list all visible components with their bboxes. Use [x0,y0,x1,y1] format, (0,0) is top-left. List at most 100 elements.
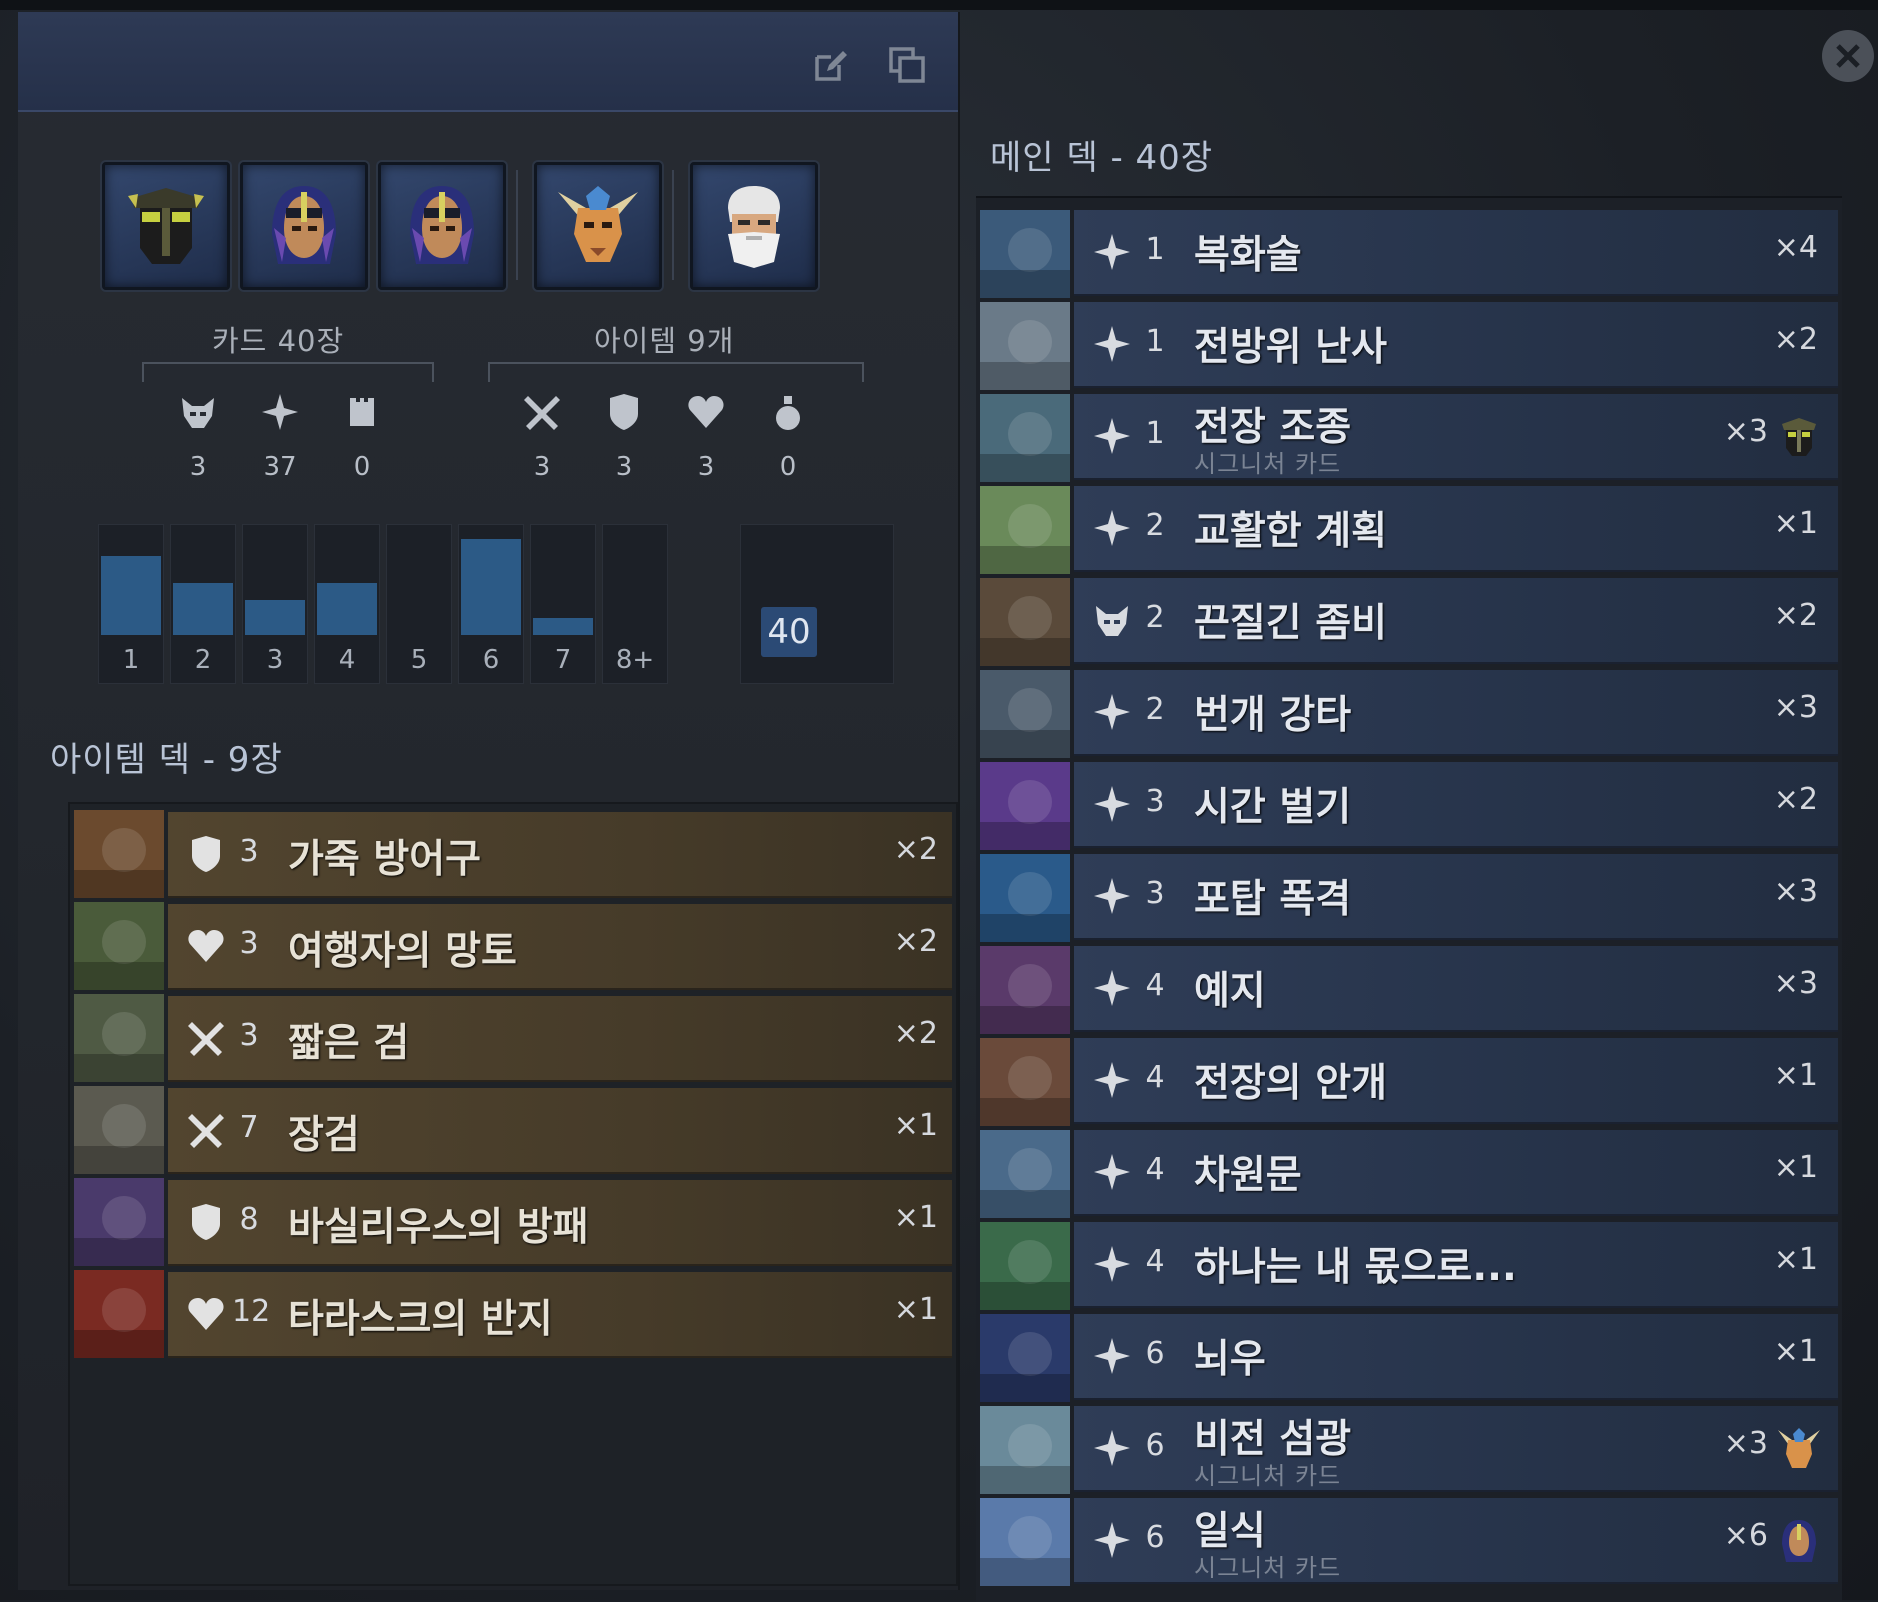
creep-icon [1092,600,1132,640]
card-row[interactable]: 1 전방위 난사 ×2 [980,300,1838,390]
health-icon [186,926,226,966]
item-thumbnail [74,1086,164,1174]
card-count: ×1 [1773,506,1818,541]
card-count: ×2 [1773,782,1818,817]
items-bracket [488,362,864,382]
card-thumbnail [980,394,1070,482]
mana-bar-3[interactable]: 3 [242,524,308,684]
card-thumbnail [980,302,1070,390]
mana-bar-label: 6 [482,645,500,675]
card-bar: 3 포탑 폭격 ×3 [1074,854,1838,940]
card-cost: 4 [1145,1152,1165,1187]
mana-bar-label: 7 [554,645,572,675]
card-row[interactable]: 3 포탑 폭격 ×3 [980,852,1838,942]
horned-hero-portrait [558,186,638,262]
deck-header [18,12,958,112]
card-row[interactable]: 1 전장 조종 시그니처 카드 ×3 [980,392,1838,482]
item-count: ×2 [893,1016,938,1051]
mana-bar-5[interactable]: 5 [386,524,452,684]
card-row[interactable]: 2 번개 강타 ×3 [980,668,1838,758]
mana-bar-7[interactable]: 7 [530,524,596,684]
card-cost: 4 [1145,1244,1165,1279]
card-cost: 2 [1145,692,1165,727]
card-row[interactable]: 2 교활한 계획 ×1 [980,484,1838,574]
item-name: 여행자의 망토 [288,929,517,974]
item-row[interactable]: 3 여행자의 망토 ×2 [74,902,952,990]
spell-icon [1092,416,1132,456]
helmet-hero-icon [1776,414,1822,460]
card-name: 예지 [1194,969,1266,1014]
card-count: ×2 [1773,598,1818,633]
card-cost: 6 [1145,1428,1165,1463]
close-button[interactable] [1822,30,1874,82]
card-row[interactable]: 3 시간 벌기 ×2 [980,760,1838,850]
card-row[interactable]: 4 차원문 ×1 [980,1128,1838,1218]
card-name: 차원문 [1194,1153,1302,1198]
item-cost: 8 [239,1202,259,1237]
item-count: ×2 [893,924,938,959]
improvement-icon [340,390,384,434]
mana-bar-2[interactable]: 2 [170,524,236,684]
item-cost: 7 [239,1110,259,1145]
card-thumbnail [980,854,1070,942]
mana-bar-4[interactable]: 4 [314,524,380,684]
hero-portrait-2[interactable] [240,162,368,290]
card-bar: 6 일식 시그니처 카드 ×6 [1074,1498,1838,1584]
hero-portrait-4[interactable] [534,162,662,290]
mana-bar-label: 5 [410,645,428,675]
card-bar: 1 전장 조종 시그니처 카드 ×3 [1074,394,1838,480]
bearded-hero-portrait [728,186,780,268]
hero-portrait-3[interactable] [378,162,506,290]
mana-bar-6[interactable]: 6 [458,524,524,684]
card-row[interactable]: 4 하나는 내 몫으로... ×1 [980,1220,1838,1310]
spell-icon [1092,1152,1132,1192]
card-bar: 4 차원문 ×1 [1074,1130,1838,1216]
card-cost: 6 [1145,1520,1165,1555]
card-row[interactable]: 6 뇌우 ×1 [980,1312,1838,1402]
card-bar: 1 전방위 난사 ×2 [1074,302,1838,388]
card-bar: 2 번개 강타 ×3 [1074,670,1838,756]
close-icon [1836,44,1860,68]
card-count: ×3 [1723,414,1768,449]
card-row[interactable]: 6 비전 섬광 시그니처 카드 ×3 [980,1404,1838,1494]
item-row[interactable]: 7 장검 ×1 [74,1086,952,1174]
card-row[interactable]: 2 끈질긴 좀비 ×2 [980,576,1838,666]
card-cost: 2 [1145,508,1165,543]
mana-bar-label: 1 [122,645,140,675]
card-cost: 6 [1145,1336,1165,1371]
card-row[interactable]: 4 예지 ×3 [980,944,1838,1034]
card-bar: 1 복화술 ×4 [1074,210,1838,296]
mana-bar-label: 3 [266,645,284,675]
card-cost: 3 [1145,784,1165,819]
card-thumbnail [980,1130,1070,1218]
item-row[interactable]: 12 타라스크의 반지 ×1 [74,1270,952,1358]
mana-bar-8plus[interactable]: 8+ [602,524,668,684]
item-count: ×1 [893,1292,938,1327]
edit-button[interactable] [808,42,854,88]
item-count: ×1 [893,1200,938,1235]
armor-icon [186,1202,226,1242]
copy-button[interactable] [884,42,930,88]
card-row[interactable]: 6 일식 시그니처 카드 ×6 [980,1496,1838,1586]
card-row[interactable]: 4 전장의 안개 ×1 [980,1036,1838,1126]
hero-portrait-5[interactable] [690,162,818,290]
spell-count: 37 [263,452,297,482]
health-icon [186,1294,226,1334]
item-row[interactable]: 3 짧은 검 ×2 [74,994,952,1082]
item-row[interactable]: 3 가죽 방어구 ×2 [74,810,952,898]
mana-bar-fill [461,539,521,635]
card-name: 전방위 난사 [1194,325,1387,370]
card-name: 뇌우 [1194,1337,1266,1382]
card-thumbnail [980,670,1070,758]
card-count: ×6 [1723,1518,1768,1553]
card-row[interactable]: 1 복화술 ×4 [980,208,1838,298]
card-count: ×1 [1773,1334,1818,1369]
armor-icon [186,834,226,874]
hero-portrait-1[interactable] [102,162,230,290]
deck-summary-panel: 카드 40장 아이템 9개 3 37 0 3 3 3 0 1 2 3 4 5 6 7 8+ 4… [18,12,960,1590]
main-deck-list: 1 복화술 ×4 1 전방위 난사 ×2 1 전장 조종 시그니처 카드 ×3 2 교활한 계획 ×1 2… [976,196,1842,1602]
weapon-icon [520,390,564,434]
item-row[interactable]: 8 바실리우스의 방패 ×1 [74,1178,952,1266]
health-count: 3 [697,452,715,482]
mana-bar-1[interactable]: 1 [98,524,164,684]
